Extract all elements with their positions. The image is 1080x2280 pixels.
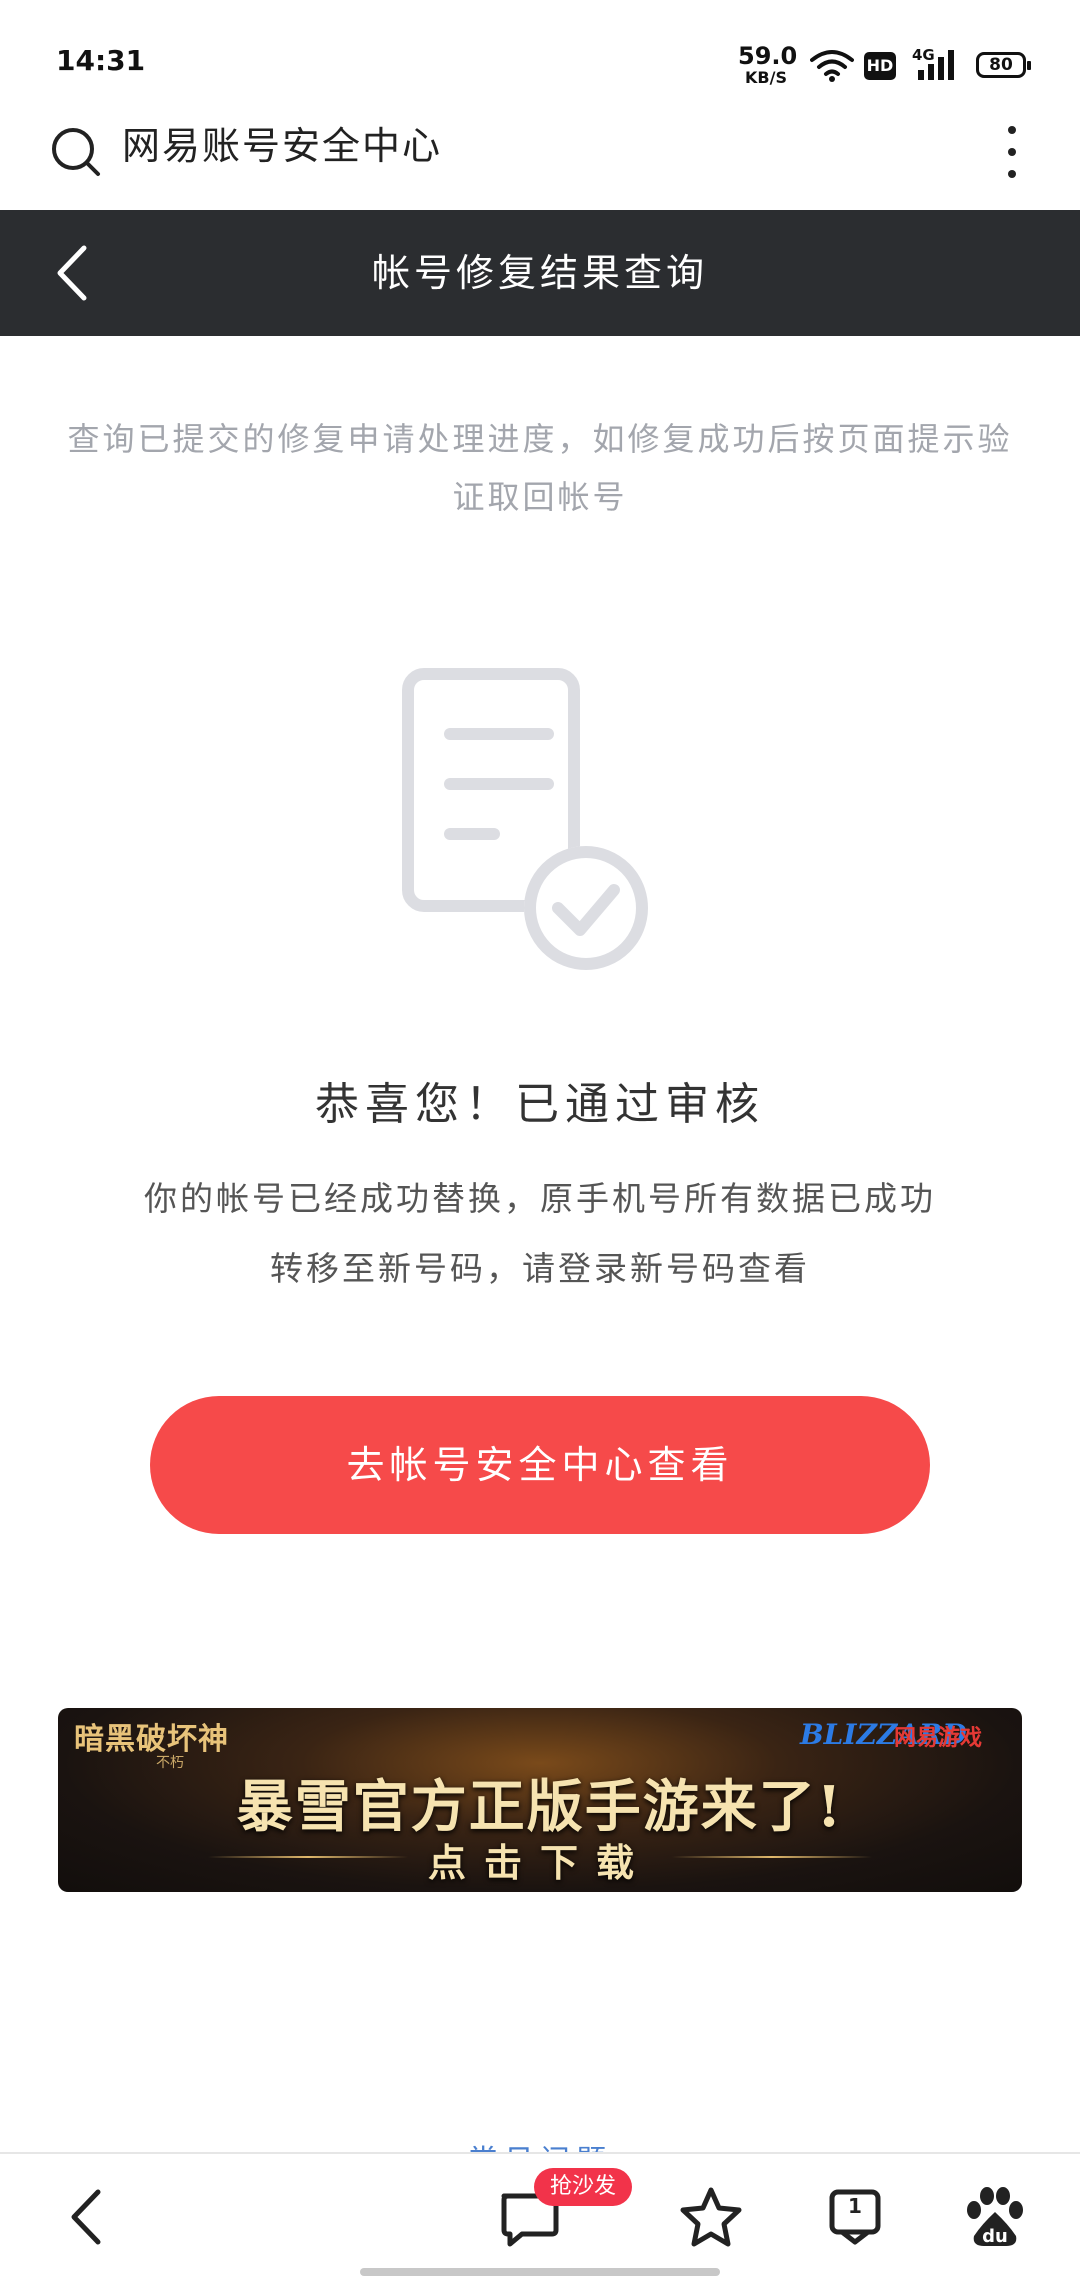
svg-text:du: du bbox=[982, 2226, 1008, 2247]
ad-banner[interactable]: 暗黑破坏神 不朽 BLIZZARD 网易游戏 暴雪官方正版手游来了! 点击下载 bbox=[58, 1708, 1022, 1892]
document-check-icon bbox=[402, 668, 648, 970]
baidu-icon[interactable]: du bbox=[960, 2182, 1030, 2252]
comment-badge[interactable]: 抢沙发 bbox=[534, 2168, 633, 2206]
browser-address-bar: 网易账号安全中心 bbox=[0, 120, 1080, 210]
network-speed-unit: KB/S bbox=[745, 68, 787, 87]
search-icon[interactable] bbox=[50, 126, 102, 178]
star-icon[interactable] bbox=[676, 2182, 746, 2252]
view-security-center-button[interactable]: 去帐号安全中心查看 bbox=[150, 1396, 930, 1534]
netease-games-logo: 网易游戏 bbox=[894, 1726, 983, 1751]
hd-badge: HD bbox=[864, 52, 896, 80]
address-title[interactable]: 网易账号安全中心 bbox=[122, 120, 442, 172]
page-title: 帐号修复结果查询 bbox=[371, 251, 708, 295]
more-vertical-icon[interactable] bbox=[1000, 126, 1024, 186]
page-header: 帐号修复结果查询 bbox=[0, 210, 1080, 336]
wifi-icon bbox=[810, 50, 854, 82]
back-icon[interactable] bbox=[54, 2182, 124, 2252]
network-speed-value: 59.0 bbox=[738, 42, 798, 70]
signal-icon bbox=[918, 50, 954, 80]
browser-bottom-nav: 抢沙发 1 du bbox=[0, 2152, 1080, 2280]
success-title: 恭喜您！已通过审核 bbox=[315, 1079, 765, 1130]
status-time: 14:31 bbox=[56, 44, 146, 77]
status-bar: 14:31 59.0 KB/S HD 4G 80 bbox=[0, 0, 1080, 120]
chevron-left-icon[interactable] bbox=[46, 240, 106, 306]
battery-icon: 80 bbox=[976, 52, 1031, 78]
network-speed: 59.0 KB/S bbox=[738, 42, 798, 87]
banner-headline: 暴雪官方正版手游来了! bbox=[236, 1774, 844, 1840]
success-description: 你的帐号已经成功替换，原手机号所有数据已成功转移至新号码，请登录新号码查看 bbox=[144, 1179, 936, 1288]
tabs-icon[interactable]: 1 bbox=[820, 2182, 890, 2252]
home-indicator[interactable] bbox=[360, 2268, 720, 2276]
banner-game-logo: 暗黑破坏神 bbox=[74, 1722, 229, 1757]
tabs-count: 1 bbox=[848, 2194, 862, 2218]
intro-text: 查询已提交的修复申请处理进度，如修复成功后按页面提示验证取回帐号 bbox=[67, 420, 1013, 516]
banner-download-cta[interactable]: 点击下载 bbox=[58, 1832, 1022, 1887]
